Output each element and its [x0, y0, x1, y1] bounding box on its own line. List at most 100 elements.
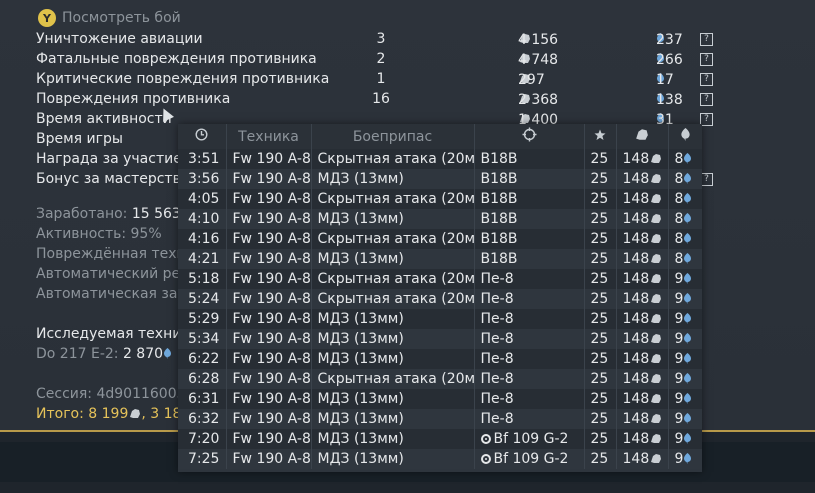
stat-label: Повреждения противника [36, 91, 231, 107]
cell-time: 7:20 [178, 429, 226, 449]
cell-silverlions: 148 [615, 269, 668, 289]
research-points-icon [684, 193, 692, 204]
stat-silverlions: 4 156 [518, 32, 559, 48]
cell-ammo: Скрытная атака (20мм) [310, 269, 474, 289]
header-ammo[interactable]: Боеприпас [310, 124, 474, 149]
cell-vehicle: Fw 190 A-8 [225, 449, 311, 469]
cell-rank: 25 [583, 449, 616, 469]
silverlions-icon [651, 214, 662, 223]
cell-target: Пе-8 [473, 289, 584, 309]
cell-rank: 25 [583, 429, 616, 449]
table-row: 5:34 Fw 190 A-8 МДЗ (13мм) Пе-8 25 148 9 [178, 329, 702, 349]
award-details-popup: Техника Боеприпас 3:51 Fw 190 A-8 Скрытная… [178, 124, 702, 472]
cell-vehicle: Fw 190 A-8 [225, 229, 311, 249]
cell-research-points: 9 [667, 329, 702, 349]
cell-target: B18B [473, 149, 584, 169]
header-target[interactable] [473, 124, 584, 149]
cell-rank: 25 [583, 249, 616, 269]
help-button[interactable]: ? [700, 53, 713, 66]
cell-research-points: 9 [667, 369, 702, 389]
cell-vehicle: Fw 190 A-8 [225, 369, 311, 389]
research-points-icon [684, 453, 692, 464]
header-research-points[interactable] [667, 124, 702, 149]
header-silverlions[interactable] [615, 124, 668, 149]
silverlions-icon [651, 454, 662, 463]
stat-row: Повреждения противника 16 2 368 138? [36, 90, 716, 110]
stat-row: Критические повреждения противника 1 297 17… [36, 70, 716, 90]
cell-ammo: МДЗ (13мм) [310, 409, 474, 429]
y-key-icon: Y [38, 9, 56, 27]
cell-time: 4:10 [178, 209, 226, 229]
research-points-icon [684, 373, 692, 384]
cell-ammo: МДЗ (13мм) [310, 329, 474, 349]
clock-icon [195, 128, 208, 141]
header-rank[interactable] [583, 124, 616, 149]
stat-research-points: 17 [656, 72, 674, 88]
silverlions-icon [651, 394, 662, 403]
cell-rank: 25 [583, 329, 616, 349]
silverlions-icon [651, 254, 662, 263]
header-time[interactable] [178, 124, 226, 149]
cell-research-points: 8 [667, 209, 702, 229]
cell-target: B18B [473, 209, 584, 229]
cell-time: 5:34 [178, 329, 226, 349]
watch-battle-label: Посмотреть бой [62, 10, 181, 26]
cell-ammo: МДЗ (13мм) [310, 429, 474, 449]
cell-silverlions: 148 [615, 169, 668, 189]
cell-time: 5:18 [178, 269, 226, 289]
table-row: 3:51 Fw 190 A-8 Скрытная атака (20мм) B18B 2… [178, 149, 702, 169]
table-row: 4:16 Fw 190 A-8 Скрытная атака (20мм) B18B 2… [178, 229, 702, 249]
cell-ammo: МДЗ (13мм) [310, 389, 474, 409]
crosshair-icon [522, 127, 536, 142]
cell-vehicle: Fw 190 A-8 [225, 209, 311, 229]
cell-research-points: 9 [667, 309, 702, 329]
research-points-icon [684, 233, 692, 244]
cell-ammo: МДЗ (13мм) [310, 449, 474, 469]
cell-target: B18B [473, 189, 584, 209]
silverlions-icon [651, 334, 662, 343]
cell-ammo: МДЗ (13мм) [310, 309, 474, 329]
stat-row: Фатальные повреждения противника 2 4 748 26… [36, 50, 716, 70]
cell-rank: 25 [583, 409, 616, 429]
silverlions-icon [651, 194, 662, 203]
stat-label: Фатальные повреждения противника [36, 51, 317, 67]
cell-silverlions: 148 [615, 209, 668, 229]
cell-ammo: Скрытная атака (20мм) [310, 369, 474, 389]
stat-row: Уничтожение авиации 3 4 156 237? [36, 30, 716, 50]
cell-rank: 25 [583, 309, 616, 329]
cell-vehicle: Fw 190 A-8 [225, 149, 311, 169]
cell-target: Пе-8 [473, 349, 584, 369]
help-button[interactable]: ? [700, 33, 713, 46]
earned-line: Заработано: 15 563 [36, 206, 194, 222]
table-row: 5:29 Fw 190 A-8 МДЗ (13мм) Пе-8 25 148 9 [178, 309, 702, 329]
earned-label: Заработано: [36, 206, 128, 222]
watch-battle-button[interactable]: Y Посмотреть бой [38, 8, 181, 28]
cell-vehicle: Fw 190 A-8 [225, 169, 311, 189]
stat-research-points: 266 [656, 52, 683, 68]
stat-label: Критические повреждения противника [36, 71, 330, 87]
stat-label: Время игры [36, 131, 123, 147]
research-points-icon [684, 353, 692, 364]
help-button[interactable]: ? [700, 93, 713, 106]
cell-silverlions: 148 [615, 449, 668, 469]
cell-time: 5:29 [178, 309, 226, 329]
silverlions-icon [651, 414, 662, 423]
table-row: 6:32 Fw 190 A-8 МДЗ (13мм) Пе-8 25 148 9 [178, 409, 702, 429]
ai-target-icon [480, 454, 491, 464]
cell-time: 4:16 [178, 229, 226, 249]
cell-research-points: 9 [667, 429, 702, 449]
cell-silverlions: 148 [615, 189, 668, 209]
research-points-icon [684, 313, 692, 324]
cell-vehicle: Fw 190 A-8 [225, 289, 311, 309]
header-vehicle[interactable]: Техника [225, 124, 311, 149]
cell-time: 3:51 [178, 149, 226, 169]
cell-target: Пе-8 [473, 269, 584, 289]
award-details-table: Техника Боеприпас 3:51 Fw 190 A-8 Скрытная… [178, 124, 702, 469]
cell-rank: 25 [583, 369, 616, 389]
silverlions-icon [651, 294, 662, 303]
cell-vehicle: Fw 190 A-8 [225, 269, 311, 289]
help-button[interactable]: ? [700, 73, 713, 86]
cell-vehicle: Fw 190 A-8 [225, 189, 311, 209]
cell-research-points: 9 [667, 349, 702, 369]
cell-ammo: МДЗ (13мм) [310, 349, 474, 369]
